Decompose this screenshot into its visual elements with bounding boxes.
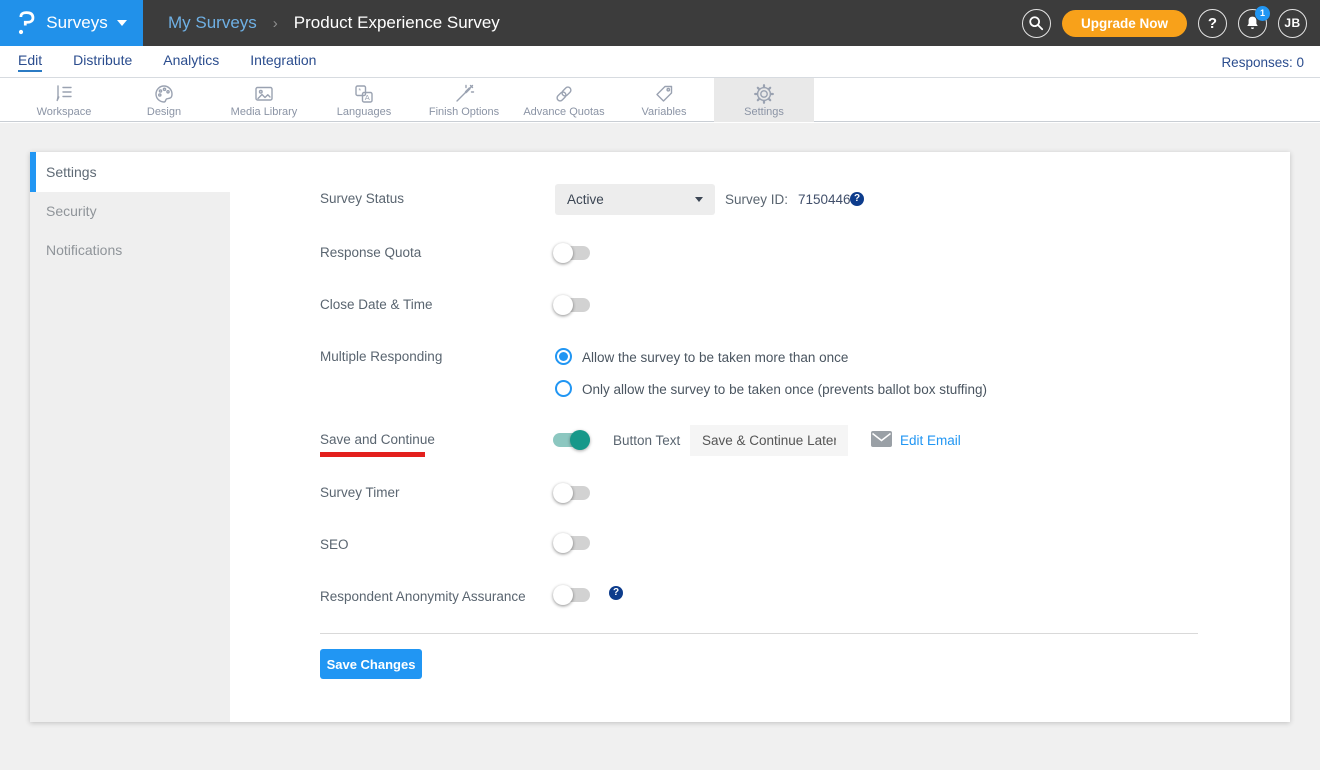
toolbar-finish-options-label: Finish Options [429, 106, 499, 118]
seo-toggle[interactable] [553, 533, 590, 553]
anonymity-help-icon[interactable]: ? [609, 586, 623, 600]
image-icon [253, 83, 275, 105]
survey-title: Product Experience Survey [294, 13, 500, 33]
toolbar-advance-quotas[interactable]: Advance Quotas [514, 78, 614, 122]
upgrade-now-button[interactable]: Upgrade Now [1062, 10, 1187, 37]
save-continue-highlight-underline [320, 452, 425, 457]
toolbar-workspace-label: Workspace [37, 106, 92, 118]
workspace-icon [53, 83, 75, 105]
notifications-button[interactable]: 1 [1238, 9, 1267, 38]
questionpro-logo-icon [16, 10, 37, 37]
product-switcher[interactable]: Surveys [0, 0, 143, 46]
tag-icon [653, 83, 675, 105]
toolbar-media-library-label: Media Library [231, 106, 298, 118]
tab-distribute[interactable]: Distribute [73, 52, 132, 72]
toolbar-settings[interactable]: Settings [714, 78, 814, 122]
survey-id-label: Survey ID: [725, 192, 788, 207]
translate-icon: * A [353, 83, 375, 105]
radio-allow-multiple[interactable] [555, 348, 572, 365]
response-quota-toggle[interactable] [553, 243, 590, 263]
question-mark-icon: ? [1208, 15, 1217, 32]
breadcrumb-separator: › [273, 15, 278, 32]
avatar-initials: JB [1284, 16, 1300, 30]
survey-status-dropdown[interactable]: Active [555, 184, 715, 215]
chevron-down-icon [695, 197, 703, 202]
footer-divider [320, 633, 1198, 634]
gear-icon [753, 83, 775, 105]
chain-link-icon [553, 83, 575, 105]
survey-id-value: 7150446 [798, 192, 851, 207]
toolbar-design[interactable]: Design [114, 78, 214, 122]
user-avatar[interactable]: JB [1278, 9, 1307, 38]
toolbar-media-library[interactable]: Media Library [214, 78, 314, 122]
toolbar-design-label: Design [147, 106, 181, 118]
notification-count-badge: 1 [1255, 6, 1270, 21]
breadcrumb-my-surveys[interactable]: My Surveys [168, 13, 257, 33]
search-button[interactable] [1022, 9, 1051, 38]
survey-timer-label: Survey Timer [320, 485, 400, 500]
help-button[interactable]: ? [1198, 9, 1227, 38]
top-bar: Surveys My Surveys › Product Experience … [0, 0, 1320, 46]
survey-status-label: Survey Status [320, 191, 404, 206]
chevron-down-icon [117, 20, 127, 26]
radio-only-once[interactable] [555, 380, 572, 397]
survey-id-help-icon[interactable]: ? [850, 192, 864, 206]
svg-text:*: * [358, 88, 361, 95]
toolbar-languages-label: Languages [337, 106, 391, 118]
breadcrumb: My Surveys › Product Experience Survey [168, 0, 500, 46]
magic-wand-icon [453, 83, 475, 105]
close-date-label: Close Date & Time [320, 297, 433, 312]
close-date-toggle[interactable] [553, 295, 590, 315]
toolbar-advance-quotas-label: Advance Quotas [523, 106, 604, 118]
palette-icon [153, 83, 175, 105]
tab-integration[interactable]: Integration [250, 52, 316, 72]
tab-edit[interactable]: Edit [18, 52, 42, 72]
toolbar-variables[interactable]: Variables [614, 78, 714, 122]
toolbar-languages[interactable]: * A Languages [314, 78, 414, 122]
topbar-actions: Upgrade Now ? 1 JB [1022, 0, 1307, 46]
radio-only-once-label[interactable]: Only allow the survey to be taken once (… [582, 382, 987, 397]
survey-nav: Edit Distribute Analytics Integration Re… [0, 46, 1320, 78]
email-envelope-icon [871, 431, 892, 447]
product-name: Surveys [46, 13, 107, 33]
sidebar-item-settings[interactable]: Settings [30, 152, 230, 192]
anonymity-label: Respondent Anonymity Assurance [320, 589, 526, 604]
responses-count: Responses: 0 [1221, 46, 1304, 78]
radio-allow-multiple-label[interactable]: Allow the survey to be taken more than o… [582, 350, 848, 365]
button-text-label: Button Text [613, 433, 680, 448]
seo-label: SEO [320, 537, 349, 552]
save-changes-button[interactable]: Save Changes [320, 649, 422, 679]
toolbar-finish-options[interactable]: Finish Options [414, 78, 514, 122]
sidebar-item-security[interactable]: Security [30, 192, 230, 231]
save-continue-toggle[interactable] [553, 430, 590, 450]
edit-email-link[interactable]: Edit Email [900, 433, 961, 448]
toolbar-variables-label: Variables [641, 106, 686, 118]
toolbar-workspace[interactable]: Workspace [14, 78, 114, 122]
settings-card: Settings Security Notifications Survey S… [30, 152, 1290, 722]
settings-sidebar: Settings Security Notifications [30, 152, 230, 722]
save-continue-label: Save and Continue [320, 432, 435, 447]
edit-toolbar: Workspace Design Media Library * A Langu… [0, 78, 1320, 122]
toolbar-settings-label: Settings [744, 106, 784, 118]
multiple-responding-label: Multiple Responding [320, 349, 442, 364]
tab-analytics[interactable]: Analytics [163, 52, 219, 72]
survey-timer-toggle[interactable] [553, 483, 590, 503]
svg-text:A: A [365, 93, 370, 102]
response-quota-label: Response Quota [320, 245, 421, 260]
survey-status-value: Active [567, 192, 695, 207]
sidebar-rest: Security Notifications [30, 192, 230, 722]
nav-tabs: Edit Distribute Analytics Integration [18, 46, 316, 78]
anonymity-toggle[interactable] [553, 585, 590, 605]
sidebar-item-notifications[interactable]: Notifications [30, 231, 230, 270]
search-icon [1028, 15, 1044, 31]
button-text-input[interactable] [690, 425, 848, 456]
